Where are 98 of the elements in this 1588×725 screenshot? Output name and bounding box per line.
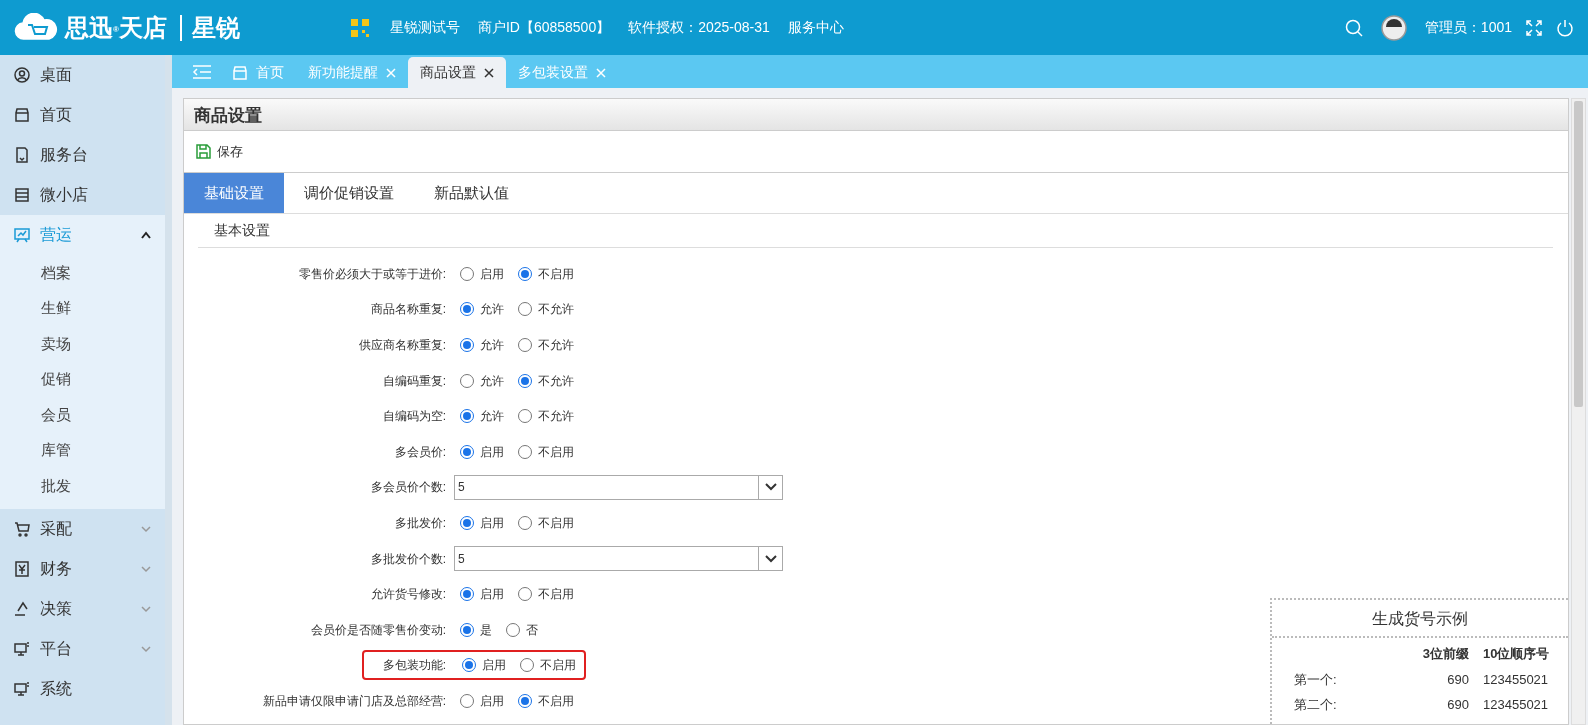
save-button[interactable]: 保存 (194, 139, 245, 164)
settings-tab[interactable]: 新品默认值 (414, 173, 529, 213)
radio-option[interactable]: 启用 (460, 264, 504, 283)
sidebar-subitem[interactable]: 批发 (0, 468, 165, 504)
yen-icon (14, 560, 30, 577)
example-title: 生成货号示例 (1272, 600, 1568, 638)
fullscreen-icon (1526, 19, 1542, 36)
chevron-down-icon (764, 554, 777, 563)
radio-option[interactable]: 不启用 (518, 264, 574, 283)
radio-option[interactable]: 启用 (460, 585, 504, 604)
cart-icon (14, 520, 30, 537)
radio-option[interactable]: 允许 (460, 336, 504, 354)
field-label: 自编码重复: (381, 372, 447, 390)
field-label: 多批发价: (393, 514, 447, 532)
field-label: 允许货号修改: (369, 586, 447, 604)
radio-option[interactable]: 是 (460, 620, 492, 639)
field-label: 多会员价个数: (369, 479, 447, 497)
sidebar-subitem[interactable]: 档案 (0, 255, 165, 291)
sidebar-item[interactable]: 系统 (0, 668, 165, 709)
sidebar-item[interactable]: 采配 (0, 508, 165, 549)
brand-product-name: 星锐 (179, 14, 240, 41)
table-cell-text: 123455021 (1483, 696, 1550, 714)
radio-option[interactable]: 不启用 (518, 442, 574, 461)
radio-option[interactable]: 启用 (460, 691, 504, 710)
shop-icon (14, 107, 30, 123)
radio-option[interactable]: 允许 (460, 407, 504, 426)
sidebar-item[interactable]: 桌面 (0, 55, 165, 95)
select-field[interactable]: 5 (454, 474, 783, 500)
save-icon (196, 144, 211, 159)
table-cell-text: 690 (1446, 670, 1469, 689)
column-header: 10位顺序号 (1483, 645, 1551, 663)
menu-collapse-icon (192, 64, 212, 80)
user-circle-icon (14, 67, 30, 83)
license-date: 软件授权：2025-08-31 (628, 18, 770, 37)
table-cell-text: 第二个: (1294, 696, 1338, 714)
sidebar-subitem[interactable]: 卖场 (0, 326, 165, 362)
chart-board-icon (14, 227, 30, 243)
store-name: 星锐测试号 (389, 18, 460, 37)
field-label: 供应商名称重复: (357, 337, 447, 354)
radio-option[interactable]: 不启用 (518, 585, 574, 604)
field-label: 自编码为空: (381, 408, 447, 426)
radio-option[interactable]: 不允许 (518, 371, 574, 390)
monitor-icon (14, 640, 30, 657)
radio-option[interactable]: 不允许 (518, 300, 574, 319)
sidebar-item[interactable]: 平台 (0, 628, 165, 669)
qr-code-icon (349, 17, 370, 38)
radio-option[interactable]: 不启用 (518, 513, 574, 532)
radio-option[interactable]: 不允许 (518, 336, 574, 354)
table-cell-text: 690 (1446, 696, 1469, 714)
cloud-cart-logo-icon (14, 12, 58, 43)
settings-tab[interactable]: 调价促销设置 (284, 173, 414, 213)
field-label: 商品名称重复: (369, 301, 447, 319)
avatar-icon (1380, 14, 1407, 41)
chevron-down-icon (764, 483, 777, 492)
field-label: 会员价是否随零售价变动: (309, 621, 447, 639)
sidebar-item[interactable]: 财务 (0, 548, 165, 589)
section-heading: 基本设置 (198, 214, 1553, 248)
sidebar-item[interactable]: 决策 (0, 588, 165, 629)
brand-logo-text: 思迅$^{®}$天店 (63, 12, 168, 43)
sidebar-subitem[interactable]: 会员 (0, 397, 165, 433)
radio-option[interactable]: 启用 (460, 442, 504, 461)
field-label: 新品申请仅限申请门店及总部经营: (261, 692, 447, 710)
sidebar-subitem[interactable]: 促销 (0, 361, 165, 397)
page-tab[interactable]: 商品设置 (408, 57, 506, 88)
sidebar-item[interactable]: 服务台 (0, 135, 165, 175)
radio-option[interactable]: 不启用 (518, 691, 574, 710)
panel-title: 商品设置 (184, 99, 1568, 131)
field-label: 多会员价: (393, 443, 447, 461)
radio-option[interactable]: 启用 (462, 656, 506, 675)
radio-option[interactable]: 不启用 (520, 656, 576, 675)
shop-icon (232, 64, 248, 81)
scrollbar[interactable] (1571, 98, 1586, 725)
monitor-icon (14, 680, 30, 697)
field-label: 零售价必须大于或等于进价: (297, 265, 447, 283)
store-icon (14, 187, 30, 203)
close-icon (386, 67, 396, 78)
radio-option[interactable]: 允许 (460, 300, 504, 319)
close-icon (484, 67, 494, 78)
merchant-id: 商户ID【60858500】 (477, 18, 611, 37)
sidebar-item[interactable]: 微小店 (0, 175, 165, 215)
search-icon (1344, 18, 1363, 37)
table-cell-text: 第一个: (1294, 670, 1338, 689)
field-label: 多批发价个数: (369, 550, 447, 568)
column-header: 3位前缀 (1421, 645, 1469, 663)
table-cell-text: 123455021 (1483, 670, 1550, 689)
sidebar-subitem[interactable]: 库管 (0, 432, 165, 468)
settings-tab[interactable]: 基础设置 (184, 173, 284, 213)
close-icon (596, 67, 606, 78)
radio-option[interactable]: 启用 (460, 513, 504, 532)
sidebar-subitem[interactable]: 生鲜 (0, 290, 165, 326)
field-label: 多包装功能: (381, 657, 447, 675)
sidebar-item[interactable]: 首页 (0, 95, 165, 135)
radio-option[interactable]: 否 (506, 620, 538, 639)
power-icon (1556, 18, 1574, 37)
radio-option[interactable]: 允许 (460, 371, 504, 390)
radio-option[interactable]: 不允许 (518, 407, 574, 426)
select-field[interactable]: 5 (454, 546, 783, 572)
document-icon (14, 147, 30, 163)
